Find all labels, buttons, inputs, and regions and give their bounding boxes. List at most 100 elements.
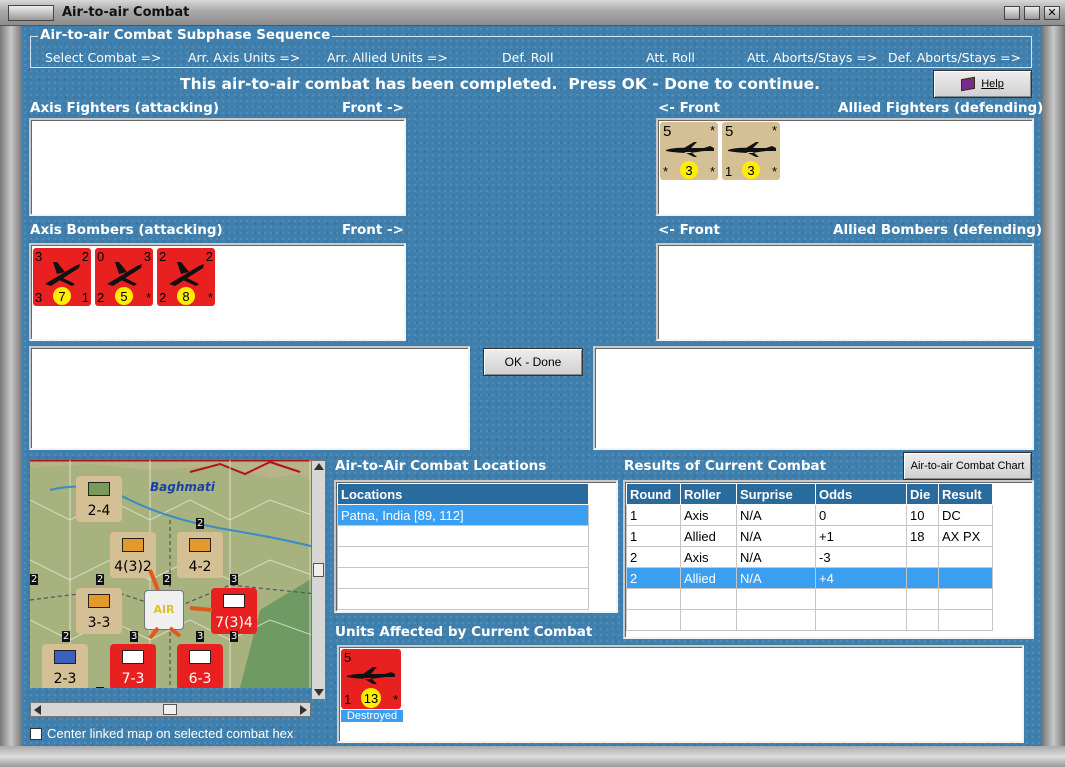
col-odds: Odds [815,483,907,505]
center-map-checkbox[interactable] [30,728,42,740]
location-cell[interactable]: Patna, India [89, 112] [337,504,589,526]
counter-bottom-right: 1 [81,290,89,305]
axis-bomber-counter[interactable]: 0 3 2 5 * [95,248,153,306]
cell [626,609,681,631]
affected-unit-status: Destroyed [341,710,403,722]
allied-fighter-counter[interactable]: 5 * * 3 * [660,122,718,180]
counter-top-left: 5 [725,123,734,140]
table-row[interactable] [337,546,589,568]
cell: Axis [680,546,737,568]
col-die: Die [906,483,939,505]
axis-bomber-counter[interactable]: 2 2 2 8 * [157,248,215,306]
axis-bombers-front-label: Front -> [342,222,404,238]
axis-fighters-front-label: Front -> [342,100,404,116]
locations-table: Locations Patna, India [89, 112] [337,483,589,610]
allied-fighters-box[interactable]: 5 * * 3 * 5 * 1 3 * [656,118,1034,216]
bomber-plane-icon [107,262,142,286]
cell: 1 [626,525,681,547]
table-row[interactable]: 1 Axis N/A 0 10 DC [626,504,993,526]
close-icon[interactable]: ✕ [1044,6,1060,20]
allied-fighter-counter[interactable]: 5 * 1 3 * [722,122,780,180]
cell: 10 [906,504,939,526]
cell: Axis [680,504,737,526]
table-row[interactable] [626,609,993,631]
center-map-checkbox-label[interactable]: Center linked map on selected combat hex [47,726,293,741]
cell [680,609,737,631]
table-row-selected[interactable]: 2 Allied N/A +4 [626,567,993,589]
col-result: Result [938,483,993,505]
window-frame-right [1042,26,1065,767]
sequence-step-att-aborts: Att. Aborts/Stays => [747,50,878,65]
combat-chart-button[interactable]: Air-to-air Combat Chart [903,452,1032,480]
counter-strength: 5 [115,287,133,305]
cell [906,588,939,610]
table-row[interactable] [626,588,993,610]
scroll-thumb[interactable] [163,704,177,715]
counter-top-left: 5 [344,650,352,665]
counter-bottom-left: 3 [35,290,43,305]
axis-message-box [29,346,470,450]
scroll-right-arrow-icon[interactable] [300,705,307,715]
cell: N/A [736,525,816,547]
subphase-sequence-title: Air-to-air Combat Subphase Sequence [38,27,333,43]
status-message: This air-to-air combat has been complete… [180,75,821,93]
scroll-up-arrow-icon[interactable] [314,463,324,470]
cell [815,609,907,631]
bomber-plane-icon [169,262,204,286]
cell [815,588,907,610]
counter-bottom-right: * [207,290,213,305]
maximize-icon[interactable] [1024,6,1040,20]
window-titlebar[interactable]: Air-to-air Combat ✕ [0,0,1065,26]
window-menu-icon[interactable] [8,5,54,21]
counter-bottom-left: 2 [159,290,167,305]
map-horizontal-scrollbar[interactable] [30,702,311,717]
mini-map[interactable]: Baghmati 2-4 4(3)2 4-2 3-3 AIR 7(3)4 2-3… [30,460,326,688]
table-row[interactable]: Patna, India [89, 112] [337,504,589,526]
window-title: Air-to-air Combat [62,5,190,20]
sequence-step-def-roll: Def. Roll [502,50,554,65]
location-cell[interactable] [337,546,589,568]
cell: -3 [815,546,907,568]
cell [938,609,993,631]
cell: 2 [626,567,681,589]
table-row[interactable] [337,525,589,547]
allied-fighters-front-label: <- Front [658,100,720,116]
affected-unit-counter[interactable]: 5 1 13 * [341,649,401,709]
scroll-down-arrow-icon[interactable] [314,689,324,696]
cell [626,588,681,610]
allied-bombers-box[interactable] [656,243,1034,341]
attack-arrows [148,569,213,640]
axis-bomber-counter[interactable]: 3 2 3 7 1 [33,248,91,306]
table-row[interactable] [337,588,589,610]
counter-strength: 3 [742,161,760,179]
ok-done-button[interactable]: OK - Done [483,348,583,376]
location-cell[interactable] [337,567,589,589]
table-row[interactable] [337,567,589,589]
counter-bottom-left: 1 [344,692,352,707]
table-row[interactable]: 1 Allied N/A +1 18 AX PX [626,525,993,547]
allied-fighters-label: Allied Fighters (defending) [838,100,1044,116]
axis-bombers-box[interactable]: 3 2 3 7 1 0 3 2 5 * 2 2 2 8 * [29,243,406,341]
minimize-icon[interactable] [1004,6,1020,20]
cell: +4 [815,567,907,589]
counter-top-right: * [771,123,777,138]
axis-bombers-label: Axis Bombers (attacking) [30,222,223,238]
counter-bottom-left: * [663,164,669,179]
scroll-left-arrow-icon[interactable] [34,705,41,715]
table-row[interactable]: 2 Axis N/A -3 [626,546,993,568]
location-cell[interactable] [337,525,589,547]
allied-bombers-label: Allied Bombers (defending) [833,222,1043,238]
axis-fighters-box[interactable] [29,118,406,216]
cell: 0 [815,504,907,526]
fighter-plane-icon [728,142,776,157]
scroll-thumb[interactable] [313,563,324,577]
help-button[interactable]: Help [933,70,1032,98]
map-vertical-scrollbar[interactable] [311,460,326,700]
location-cell[interactable] [337,588,589,610]
cell: N/A [736,504,816,526]
cell: +1 [815,525,907,547]
units-affected-title: Units Affected by Current Combat [335,624,593,640]
cell [906,609,939,631]
counter-strength: 7 [53,287,71,305]
units-affected-box[interactable]: 5 1 13 * Destroyed [337,645,1024,743]
